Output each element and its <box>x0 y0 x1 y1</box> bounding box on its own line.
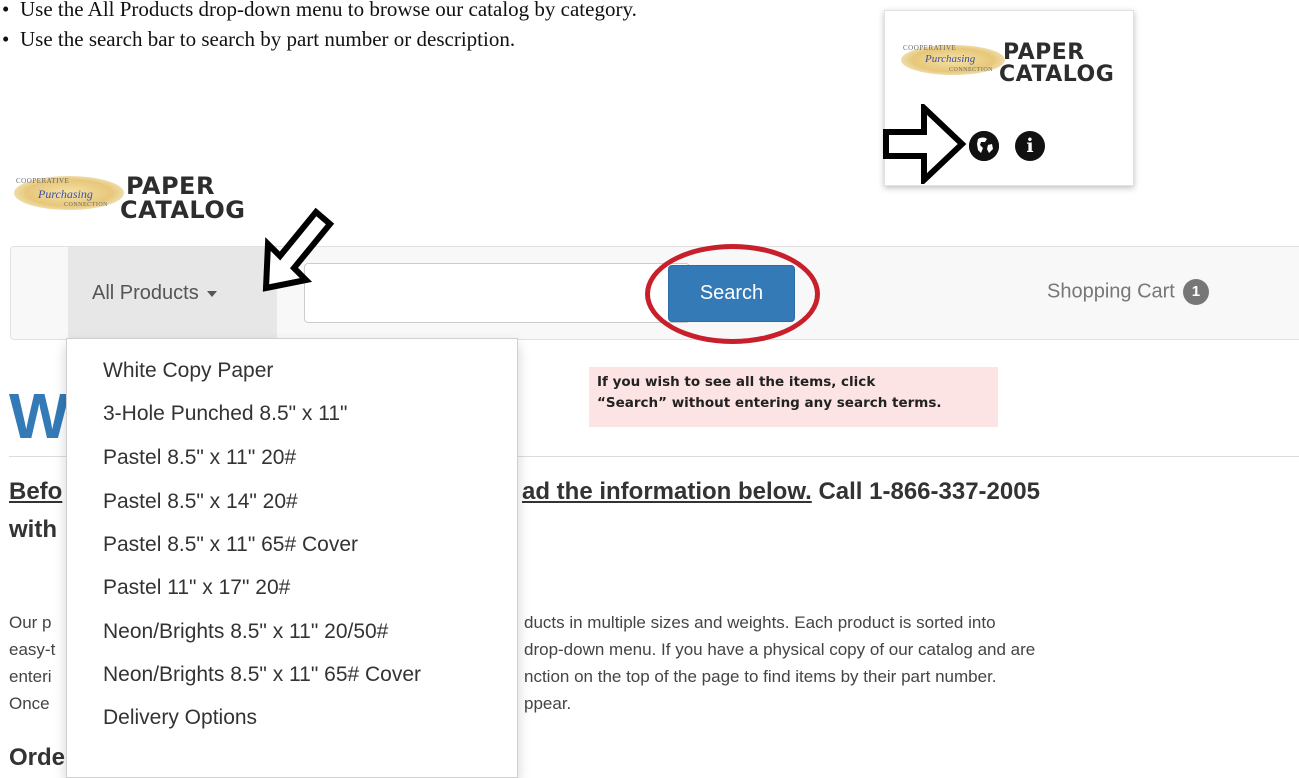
menu-item-neon-65-cover[interactable]: Neon/Brights 8.5" x 11" 65# Cover <box>103 663 421 687</box>
menu-item-pastel-65-cover[interactable]: Pastel 8.5" x 11" 65# Cover <box>103 533 358 557</box>
notice-heading-right: ad the information below. Call 1-866-337… <box>522 478 1040 505</box>
arrow-right-annotation <box>883 104 967 184</box>
shopping-cart-link[interactable]: Shopping Cart 1 <box>1047 279 1209 305</box>
site-logo[interactable]: COOPERATIVE Purchasing CONNECTION PAPER … <box>14 170 245 230</box>
menu-item-pastel-8-5x11-20[interactable]: Pastel 8.5" x 11" 20# <box>103 446 296 470</box>
all-products-dropdown[interactable]: All Products <box>68 247 277 339</box>
instruction-line-1: • Use the All Products drop-down menu to … <box>2 0 637 21</box>
order-heading: Orde <box>9 744 66 771</box>
intro-paragraph-right: ducts in multiple sizes and weights. Eac… <box>524 613 1036 713</box>
callout-logo: COOPERATIVE Purchasing CONNECTION PAPER … <box>901 40 1115 87</box>
notice-heading-line2: with <box>9 516 57 543</box>
globe-icon[interactable] <box>969 131 999 161</box>
menu-item-3-hole-punched[interactable]: 3-Hole Punched 8.5" x 11" <box>103 402 348 426</box>
info-icon[interactable]: i <box>1015 131 1045 161</box>
arrow-down-left-annotation <box>262 207 335 292</box>
menu-item-white-copy-paper[interactable]: White Copy Paper <box>103 359 273 383</box>
menu-item-delivery-options[interactable]: Delivery Options <box>103 706 257 730</box>
menu-item-pastel-8-5x14-20[interactable]: Pastel 8.5" x 14" 20# <box>103 490 298 514</box>
intro-paragraph-left: Our p easy-t enteri Once <box>9 613 56 713</box>
page-title: W <box>9 380 70 452</box>
products-dropdown-menu: White Copy Paper 3-Hole Punched 8.5" x 1… <box>66 338 518 778</box>
search-highlight-ellipse <box>645 244 820 344</box>
cart-count-badge: 1 <box>1182 279 1209 305</box>
menu-item-neon-20-50[interactable]: Neon/Brights 8.5" x 11" 20/50# <box>103 620 388 644</box>
instruction-line-2: • Use the search bar to search by part nu… <box>2 27 516 51</box>
instructions: • Use the All Products drop-down menu to … <box>0 0 637 54</box>
caret-down-icon <box>206 290 217 297</box>
notice-heading-left: Befo <box>9 478 63 505</box>
menu-item-pastel-11x17-20[interactable]: Pastel 11" x 17" 20# <box>103 576 290 600</box>
search-input[interactable] <box>304 263 690 323</box>
search-tip-note: If you wish to see all the items, click … <box>589 367 998 427</box>
